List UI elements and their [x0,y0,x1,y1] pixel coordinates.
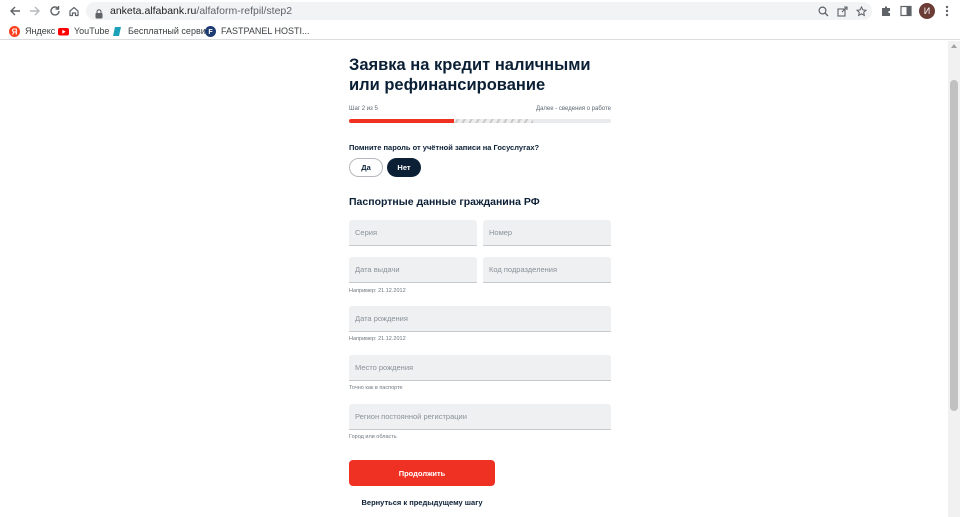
progress-bar-fill [349,119,454,123]
bookmark-youtube[interactable]: YouTube [58,24,109,38]
back-arrow-icon[interactable] [7,3,23,19]
passport-series-input[interactable] [349,220,477,245]
bookmark-label: YouTube [74,26,110,36]
region-field [349,404,611,430]
issue-date-field [349,257,477,283]
bookmark-label: FASTPANEL HOSTI... [221,26,310,36]
birth-place-field [349,355,611,381]
bookmark-yandex[interactable]: Я Яндекс [9,24,55,38]
issue-date-input[interactable] [349,257,477,282]
page-title: Заявка на кредит наличными или рефинанси… [349,56,591,94]
extensions-puzzle-icon[interactable] [878,3,894,19]
bookmark-label: Бесплатный серви... [128,26,214,36]
side-panel-icon[interactable] [898,3,914,19]
answer-no-button[interactable]: Нет [387,158,421,177]
zoom-icon[interactable] [816,4,830,18]
birth-date-hint: Например: 21.12.2012 [349,336,406,342]
step-indicator: Шаг 2 из 5 [349,106,378,112]
passport-number-input[interactable] [483,220,611,245]
svg-text:F: F [208,29,213,36]
passport-section-title: Паспортные данные гражданина РФ [349,196,540,208]
next-step-label: Далее - сведения о работе [536,106,611,112]
url-host: anketa.alfabank.ru [110,5,197,17]
browser-toolbar: anketa.alfabank.ru/alfaform-refpil/step2… [0,0,960,22]
passport-series-field [349,220,477,246]
progress-bar [349,119,611,123]
birth-date-field [349,306,611,332]
address-bar[interactable]: anketa.alfabank.ru/alfaform-refpil/step2 [86,2,872,20]
scrollbar-thumb[interactable] [950,80,958,411]
region-input[interactable] [349,404,611,429]
birth-place-input[interactable] [349,355,611,380]
passport-number-field [483,220,611,246]
youtube-icon [58,27,69,35]
continue-button[interactable]: Продолжить [349,460,495,486]
menu-kebab-icon[interactable] [939,3,955,19]
profile-avatar[interactable]: И [919,3,935,19]
birth-place-hint: Точно как в паспорте [349,385,403,391]
home-icon[interactable] [66,3,82,19]
forward-arrow-icon[interactable] [27,3,43,19]
issue-date-hint: Например: 21.12.2012 [349,288,406,294]
url-path: /alfaform-refpil/step2 [196,5,293,17]
url-text: anketa.alfabank.ru/alfaform-refpil/step2 [110,5,292,17]
fastpanel-icon: F [205,25,216,37]
yandex-icon: Я [9,25,20,37]
share-icon[interactable] [835,4,849,18]
division-code-field [483,257,611,283]
gosuslugi-question: Помните пароль от учётной записи на Госу… [349,143,540,152]
svg-text:Я: Я [12,27,18,36]
birth-date-input[interactable] [349,306,611,331]
bookmark-service[interactable]: Бесплатный серви... [112,24,213,38]
reload-icon[interactable] [47,3,63,19]
bookmark-service-icon [113,26,121,36]
region-hint: Город или область [349,434,397,440]
progress-bar-pending [454,119,533,123]
bookmark-star-icon[interactable] [854,4,868,18]
bookmark-label: Яндекс [25,26,56,36]
answer-yes-button[interactable]: Да [349,158,383,177]
bookmark-fastpanel[interactable]: F FASTPANEL HOSTI... [205,24,310,38]
division-code-input[interactable] [483,257,611,282]
bookmarks-bar: Я Яндекс YouTube Бесплатный серви... F F… [0,22,960,40]
scroll-up-arrow-icon[interactable] [951,44,957,48]
back-to-previous-step-link[interactable]: Вернуться к предыдущему шагу [349,498,495,507]
